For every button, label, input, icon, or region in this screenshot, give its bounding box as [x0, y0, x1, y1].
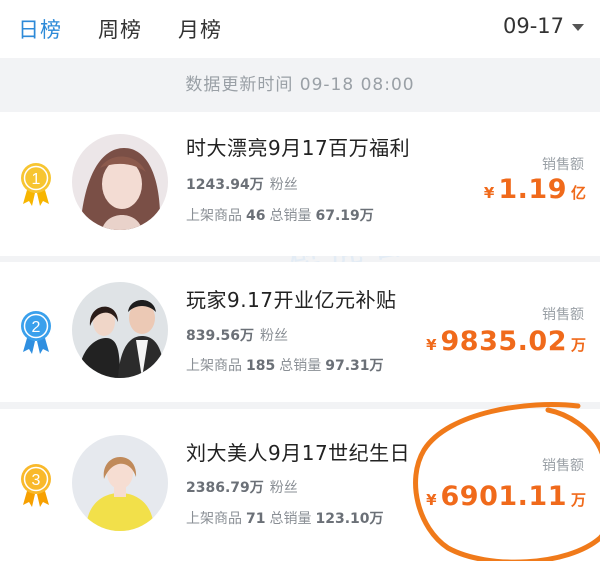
fans-count: 2386.79万 粉丝: [186, 480, 298, 496]
ranking-tab-bar: 日榜 周榜 月榜 09-17: [0, 0, 600, 58]
fans-count: 1243.94万 粉丝: [186, 177, 298, 193]
svg-text:2: 2: [32, 319, 41, 336]
goods-stats: 上架商品 71 总销量 123.10万: [186, 511, 384, 527]
avatar[interactable]: [72, 435, 168, 531]
rank-1-medal-icon: 1: [21, 163, 51, 206]
sales-amount-label: 销售额: [542, 157, 584, 173]
sales-amount-label: 销售额: [542, 307, 584, 323]
tab-weekly[interactable]: 周榜: [98, 14, 142, 44]
anchor-name[interactable]: 时大漂亮9月17百万福利: [186, 132, 410, 161]
chevron-down-icon: [572, 23, 584, 31]
svg-text:3: 3: [32, 472, 41, 489]
rank-2-medal-icon: 2: [21, 311, 51, 354]
update-time-text: 数据更新时间 09-18 08:00: [185, 75, 415, 95]
goods-stats: 上架商品 185 总销量 97.31万: [186, 358, 384, 374]
ranking-item[interactable]: 3 刘大美人9月17世纪生日 2386.79万 粉丝 上架商品 71 总销量 123.1…: [0, 409, 600, 561]
sales-amount: ¥6901.11 万: [426, 481, 586, 512]
svg-text:1: 1: [32, 171, 41, 188]
avatar[interactable]: [72, 134, 168, 230]
fans-count: 839.56万 粉丝: [186, 328, 289, 344]
ranking-item[interactable]: 2 玩家9.17开业亿元补贴 839.56万 粉丝 上架商品 185 总销量 97.31…: [0, 262, 600, 402]
rank-3-medal-icon: 3: [21, 464, 51, 507]
tab-daily[interactable]: 日榜: [18, 14, 62, 44]
ranking-item[interactable]: 1 时大漂亮9月17百万福利 1243.94万 粉丝 上架商品 46 总销量 67.19…: [0, 112, 600, 256]
anchor-name[interactable]: 玩家9.17开业亿元补贴: [186, 284, 397, 313]
avatar[interactable]: [72, 282, 168, 378]
tab-monthly[interactable]: 月榜: [178, 14, 222, 44]
sales-amount-label: 销售额: [542, 458, 584, 474]
goods-stats: 上架商品 46 总销量 67.19万: [186, 208, 374, 224]
date-dropdown[interactable]: 09-17: [503, 14, 584, 38]
date-dropdown-value: 09-17: [502, 14, 564, 38]
sales-amount: ¥9835.02 万: [426, 326, 586, 357]
anchor-name[interactable]: 刘大美人9月17世纪生日: [186, 437, 410, 466]
sales-amount: ¥1.19 亿: [483, 174, 586, 205]
